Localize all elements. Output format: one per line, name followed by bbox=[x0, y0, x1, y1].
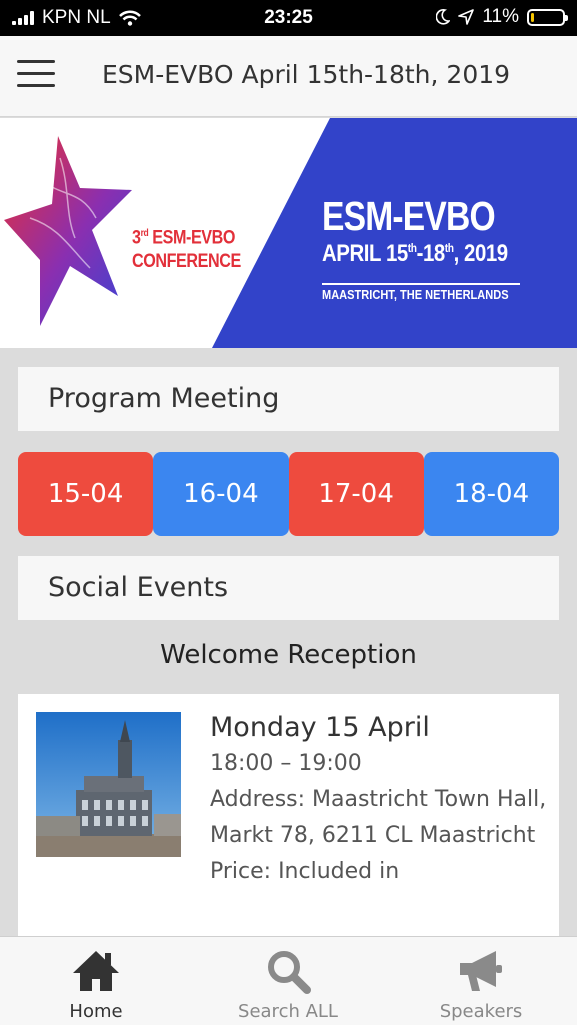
event-title: Welcome Reception bbox=[160, 640, 417, 670]
conference-label: 3rd ESM-EVBO CONFERENCE bbox=[132, 222, 241, 274]
battery-icon bbox=[527, 8, 568, 26]
banner-location: MAASTRICHT, THE NETHERLANDS bbox=[322, 287, 509, 302]
app-header: ESM-EVBO April 15th-18th, 2019 bbox=[0, 36, 577, 117]
date-button-17-04[interactable]: 17-04 bbox=[288, 452, 424, 536]
tab-search-all[interactable]: Search ALL bbox=[192, 937, 384, 1025]
home-icon bbox=[73, 951, 119, 991]
event-address: Address: Maastricht Town Hall, Markt 78,… bbox=[210, 787, 547, 848]
megaphone-icon bbox=[460, 951, 502, 991]
banner-dates: APRIL 15th-18th, 2019 bbox=[322, 240, 508, 268]
event-price: Price: Included in bbox=[210, 859, 400, 884]
battery-percent: 11% bbox=[482, 6, 519, 27]
banner-title: ESM-EVBO bbox=[322, 193, 496, 239]
dates-sup-end: th bbox=[444, 241, 454, 255]
conference-ordinal-suffix: rd bbox=[140, 228, 149, 239]
social-events-heading: Social Events bbox=[18, 556, 559, 620]
dates-end: -18 bbox=[416, 240, 446, 267]
date-button-18-04[interactable]: 18-04 bbox=[423, 452, 559, 536]
tab-bar: Home Search ALL Speakers bbox=[0, 936, 577, 1025]
star-logo bbox=[4, 136, 132, 326]
location-arrow-icon bbox=[458, 9, 475, 25]
event-details: Monday 15 April 18:00 – 19:00 Address: M… bbox=[210, 710, 555, 890]
dates-sup-start: th bbox=[407, 241, 417, 255]
conference-word: CONFERENCE bbox=[132, 251, 241, 273]
date-button-16-04[interactable]: 16-04 bbox=[153, 452, 289, 536]
conference-ordinal: 3 bbox=[132, 227, 141, 249]
event-day: Monday 15 April bbox=[210, 712, 430, 743]
tab-speakers-label: Speakers bbox=[439, 1001, 523, 1022]
date-button-15-04[interactable]: 15-04 bbox=[18, 452, 154, 536]
tab-search-label: Search ALL bbox=[238, 1001, 338, 1022]
search-icon bbox=[268, 951, 311, 994]
program-meeting-heading: Program Meeting bbox=[18, 367, 559, 431]
status-bar: KPN NL 23:25 11% bbox=[0, 0, 577, 36]
dates-year: , 2019 bbox=[453, 240, 509, 267]
tab-home-label: Home bbox=[69, 1001, 123, 1022]
date-selector: 15-04 16-04 17-04 18-04 bbox=[18, 452, 559, 536]
moon-icon bbox=[436, 9, 451, 25]
page-title: ESM-EVBO April 15th-18th, 2019 bbox=[102, 60, 511, 89]
tab-home[interactable]: Home bbox=[0, 937, 192, 1025]
event-card[interactable]: Monday 15 April 18:00 – 19:00 Address: M… bbox=[18, 694, 559, 954]
dates-start: APRIL 15 bbox=[322, 240, 408, 267]
menu-icon[interactable] bbox=[17, 60, 55, 90]
conference-banner: 3rd ESM-EVBO CONFERENCE ESM-EVBO APRIL 1… bbox=[0, 118, 577, 348]
event-time: 18:00 – 19:00 bbox=[210, 751, 362, 776]
conference-name: ESM-EVBO bbox=[152, 227, 236, 249]
tab-speakers[interactable]: Speakers bbox=[385, 937, 577, 1025]
town-hall-photo bbox=[36, 712, 181, 857]
